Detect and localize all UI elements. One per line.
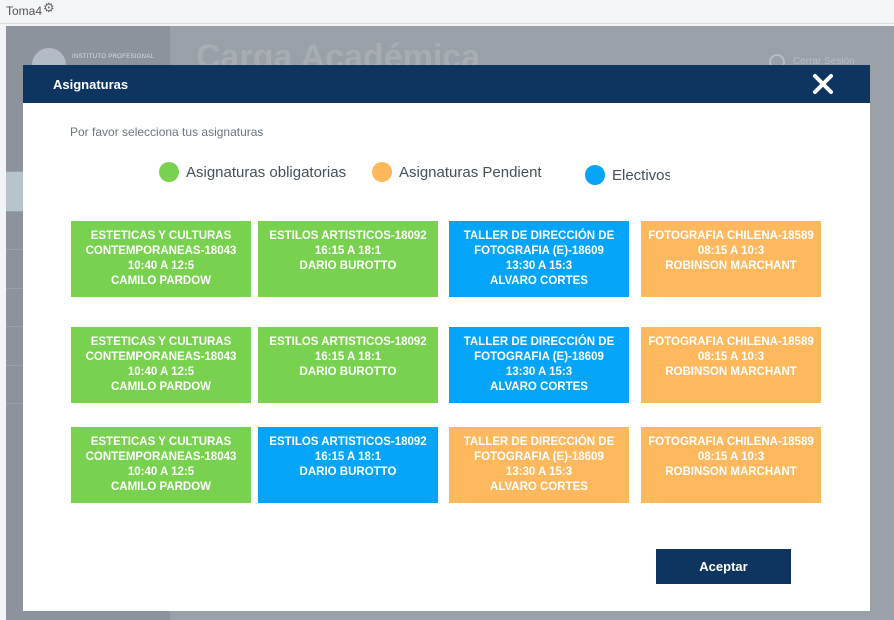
subject-time: 16:15 A 18:1 bbox=[314, 451, 382, 463]
legend-dot-blue bbox=[585, 165, 605, 185]
subject-time: 08:15 A 10:3 bbox=[697, 245, 765, 257]
subject-card[interactable]: ESTILOS ARTISTICOS-18092 16:15 A 18:1 DA… bbox=[258, 221, 438, 297]
subject-time: 16:15 A 18:1 bbox=[314, 351, 382, 363]
subject-card[interactable]: TALLER DE DIRECCIÓN DE FOTOGRAFIA (E)-18… bbox=[449, 221, 629, 297]
subject-card[interactable]: ESTETICAS Y CULTURAS CONTEMPORANEAS-1804… bbox=[71, 221, 251, 297]
subject-time: 13:30 A 15:3 bbox=[505, 466, 573, 478]
close-icon[interactable] bbox=[812, 73, 834, 95]
subject-card[interactable]: TALLER DE DIRECCIÓN DE FOTOGRAFIA (E)-18… bbox=[449, 427, 629, 503]
subject-name: FOTOGRAFIA CHILENA-18589 bbox=[648, 336, 814, 348]
subject-name: ESTETICAS Y CULTURAS CONTEMPORANEAS-1804… bbox=[85, 336, 237, 363]
institution-logo-text: INSTITUTO PROFESIONAL bbox=[72, 54, 155, 60]
browser-tab-strip: Toma4 ⚙ bbox=[0, 0, 894, 24]
subject-time: 10:40 A 12:5 bbox=[127, 466, 195, 478]
subject-name: TALLER DE DIRECCIÓN DE FOTOGRAFIA (E)-18… bbox=[463, 230, 615, 257]
subject-card[interactable]: ESTETICAS Y CULTURAS CONTEMPORANEAS-1804… bbox=[71, 327, 251, 403]
subject-professor: ROBINSON MARCHANT bbox=[665, 260, 797, 272]
legend-pending: Asignaturas Pendient bbox=[372, 162, 545, 182]
legend-label: Asignaturas obligatorias bbox=[186, 163, 347, 181]
subject-time: 10:40 A 12:5 bbox=[127, 260, 195, 272]
modal-title: Asignaturas bbox=[53, 77, 129, 92]
subject-card[interactable]: TALLER DE DIRECCIÓN DE FOTOGRAFIA (E)-18… bbox=[449, 327, 629, 403]
modal-header: Asignaturas bbox=[23, 65, 870, 103]
legend-electives: Electivos bbox=[585, 165, 670, 185]
subject-name: FOTOGRAFIA CHILENA-18589 bbox=[648, 230, 814, 242]
subject-professor: ROBINSON MARCHANT bbox=[665, 466, 797, 478]
subject-professor: CAMILO PARDOW bbox=[110, 481, 212, 493]
subject-card[interactable]: FOTOGRAFIA CHILENA-18589 08:15 A 10:3 RO… bbox=[641, 221, 821, 297]
subject-time: 08:15 A 10:3 bbox=[697, 451, 765, 463]
subject-name: TALLER DE DIRECCIÓN DE FOTOGRAFIA (E)-18… bbox=[463, 336, 615, 363]
subject-card[interactable]: FOTOGRAFIA CHILENA-18589 08:15 A 10:3 RO… bbox=[641, 427, 821, 503]
subjects-modal: Asignaturas Por favor selecciona tus asi… bbox=[23, 65, 870, 611]
tab-title[interactable]: Toma4 bbox=[6, 4, 42, 18]
subject-time: 13:30 A 15:3 bbox=[505, 260, 573, 272]
subject-professor: DARIO BUROTTO bbox=[299, 366, 397, 378]
subject-card[interactable]: ESTETICAS Y CULTURAS CONTEMPORANEAS-1804… bbox=[71, 427, 251, 503]
subject-name: ESTILOS ARTISTICOS-18092 bbox=[269, 230, 427, 242]
subject-professor: DARIO BUROTTO bbox=[299, 466, 397, 478]
subject-name: ESTILOS ARTISTICOS-18092 bbox=[269, 436, 427, 448]
subject-card[interactable]: FOTOGRAFIA CHILENA-18589 08:15 A 10:3 RO… bbox=[641, 327, 821, 403]
subject-professor: ROBINSON MARCHANT bbox=[665, 366, 797, 378]
subject-name: TALLER DE DIRECCIÓN DE FOTOGRAFIA (E)-18… bbox=[463, 436, 615, 463]
subject-name: ESTETICAS Y CULTURAS CONTEMPORANEAS-1804… bbox=[85, 230, 237, 257]
legend-label: Asignaturas Pendient bbox=[399, 163, 542, 181]
subject-time: 08:15 A 10:3 bbox=[697, 351, 765, 363]
accept-button[interactable]: Aceptar bbox=[656, 549, 791, 584]
subject-professor: DARIO BUROTTO bbox=[299, 260, 397, 272]
sidebar-active-indicator bbox=[6, 171, 24, 211]
instruction-text: Por favor selecciona tus asignaturas bbox=[70, 125, 264, 139]
legend-dot-orange bbox=[372, 162, 392, 182]
subject-time: 10:40 A 12:5 bbox=[127, 366, 195, 378]
legend-dot-green bbox=[159, 162, 179, 182]
subject-professor: ALVARO CORTES bbox=[490, 481, 588, 493]
subject-professor: CAMILO PARDOW bbox=[110, 275, 212, 287]
legend-label: Electivos bbox=[612, 166, 670, 184]
subject-card[interactable]: ESTILOS ARTISTICOS-18092 16:15 A 18:1 DA… bbox=[258, 427, 438, 503]
subject-name: FOTOGRAFIA CHILENA-18589 bbox=[648, 436, 814, 448]
subject-professor: ALVARO CORTES bbox=[490, 381, 588, 393]
subject-name: ESTETICAS Y CULTURAS CONTEMPORANEAS-1804… bbox=[85, 436, 237, 463]
legend-required: Asignaturas obligatorias bbox=[159, 162, 346, 182]
subject-professor: CAMILO PARDOW bbox=[110, 381, 212, 393]
subject-professor: ALVARO CORTES bbox=[490, 275, 588, 287]
subject-time: 16:15 A 18:1 bbox=[314, 245, 382, 257]
subject-card[interactable]: ESTILOS ARTISTICOS-18092 16:15 A 18:1 DA… bbox=[258, 327, 438, 403]
gear-icon[interactable]: ⚙ bbox=[43, 0, 55, 16]
subject-name: ESTILOS ARTISTICOS-18092 bbox=[269, 336, 427, 348]
subject-time: 13:30 A 15:3 bbox=[505, 366, 573, 378]
